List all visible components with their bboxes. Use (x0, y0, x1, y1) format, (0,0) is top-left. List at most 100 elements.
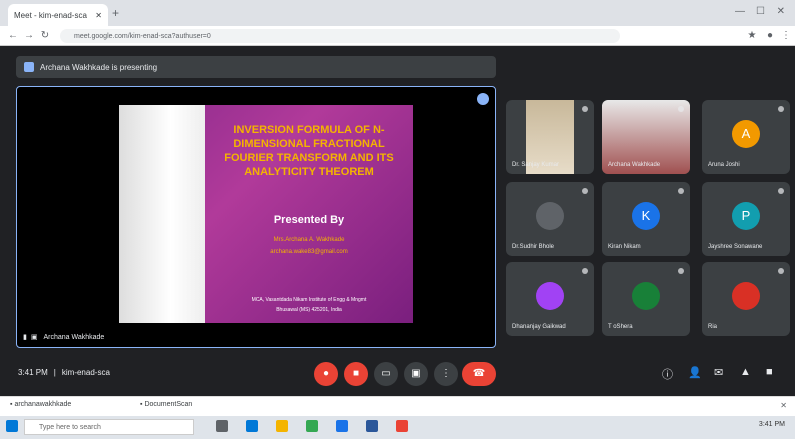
download-item-label: DocumentScan (144, 401, 193, 408)
window-close-icon[interactable]: ✕ (777, 6, 785, 17)
windows-start-icon[interactable] (6, 420, 18, 432)
mic-icon (678, 106, 684, 112)
lock-icon[interactable]: ■ (766, 366, 773, 378)
screen-icon: ▣ (30, 334, 38, 341)
participant-tile[interactable]: A Aruna Joshi (702, 100, 790, 174)
avatar (732, 282, 760, 310)
slide-affiliation: Bhusawal (MS) 425201, India (276, 307, 342, 313)
taskbar-search-placeholder: Type here to search (39, 424, 101, 431)
meeting-info: 3:41 PM | kim-enad-sca (18, 368, 110, 377)
profile-icon[interactable]: ● (763, 29, 777, 43)
participant-tile[interactable]: T oShera (602, 262, 690, 336)
participant-name: Dr. Sanjay Kumar (512, 162, 560, 168)
more-options-button[interactable]: ⋮ (434, 362, 458, 386)
avatar (536, 282, 564, 310)
url-text: meet.google.com/kim-enad-sca?authuser=0 (74, 32, 211, 40)
avatar: A (732, 120, 760, 148)
participant-tile[interactable]: K Kiran Nikam (602, 182, 690, 256)
mic-icon (778, 268, 784, 274)
slide-email: archana.wake83@gmail.com (270, 249, 348, 255)
file-icon: ▪ (10, 401, 13, 408)
participant-name: Dr.Sudhir Bhole (512, 244, 555, 250)
url-field[interactable]: meet.google.com/kim-enad-sca?authuser=0 (60, 29, 620, 43)
captions-icon: ▭ (381, 368, 391, 379)
store-icon[interactable] (336, 420, 348, 432)
browser-tab[interactable]: Meet - kim-enad-sca ✕ (8, 4, 108, 26)
captions-button[interactable]: ▭ (374, 362, 398, 386)
mic-icon (678, 188, 684, 194)
slide: INVERSION FORMULA OF N- DIMENSIONAL FRAC… (119, 105, 413, 323)
camera-off-icon: ■ (352, 368, 360, 379)
participant-name: Jayshree Sonawane (708, 244, 763, 250)
windows-taskbar: Type here to search 3:41 PM (0, 416, 795, 439)
avatar: P (732, 202, 760, 230)
participant-tile[interactable]: Dhananjay Gaikwad (506, 262, 594, 336)
presenting-banner: Archana Wakhkade is presenting (16, 56, 496, 78)
task-view-icon[interactable] (216, 420, 228, 432)
mic-icon (582, 106, 588, 112)
slide-title-line: DIMENSIONAL FRACTIONAL (233, 138, 385, 150)
close-download-bar-icon[interactable]: ✕ (780, 401, 787, 410)
close-icon[interactable]: ✕ (95, 11, 102, 20)
mic-toggle-button[interactable]: ● (314, 362, 338, 386)
slide-presented-by: Presented By (273, 214, 345, 226)
presenter-label-row: ▮ ▣ Archana Wakhkade (23, 333, 105, 342)
back-icon[interactable]: ← (6, 29, 20, 43)
mic-icon (678, 268, 684, 274)
people-icon[interactable]: 👤 (688, 366, 702, 379)
presenter-name: Archana Wakhkade (43, 333, 105, 341)
mic-icon: ▮ (23, 334, 27, 341)
participant-tile[interactable]: P Jayshree Sonawane (702, 182, 790, 256)
extensions-icon[interactable]: ★ (745, 29, 759, 43)
avatar: K (632, 202, 660, 230)
present-icon: ▣ (411, 368, 421, 379)
avatar (632, 282, 660, 310)
presentation-stage[interactable]: INVERSION FORMULA OF N- DIMENSIONAL FRAC… (16, 86, 496, 348)
avatar (536, 202, 564, 230)
download-bar: ▪ archanawakhkade ▪ DocumentScan ✕ (0, 396, 795, 416)
leave-call-button[interactable]: ☎ (462, 362, 496, 386)
new-tab-icon[interactable]: + (112, 6, 119, 20)
participant-name: Archana Wakhkade (608, 162, 661, 168)
mic-icon (582, 268, 588, 274)
chat-icon[interactable]: ✉ (714, 366, 723, 379)
word-icon[interactable] (366, 420, 378, 432)
taskbar-clock: 3:41 PM (758, 421, 785, 428)
forward-icon[interactable]: → (22, 29, 36, 43)
browser-tab-bar: Meet - kim-enad-sca ✕ + — ☐ ✕ (0, 0, 795, 26)
tab-title: Meet - kim-enad-sca (14, 10, 87, 20)
participant-tile[interactable]: Ria (702, 262, 790, 336)
menu-icon[interactable]: ⋮ (779, 29, 793, 43)
file-explorer-icon[interactable] (276, 420, 288, 432)
reload-icon[interactable]: ↻ (38, 29, 52, 43)
participant-name: Ria (708, 324, 718, 330)
present-button[interactable]: ▣ (404, 362, 428, 386)
mic-icon (582, 188, 588, 194)
download-item-label: archanawakhkade (14, 401, 72, 408)
participant-tile[interactable]: Dr. Sanjay Kumar (506, 100, 594, 174)
maximize-icon[interactable]: ☐ (756, 6, 765, 17)
minimize-icon[interactable]: — (735, 6, 745, 17)
info-icon[interactable]: ⓘ (662, 366, 673, 382)
meeting-controls: 3:41 PM | kim-enad-sca ● ■ ▭ ▣ ⋮ ☎ ⓘ 👤 ✉… (0, 352, 795, 394)
chrome-icon[interactable] (306, 420, 318, 432)
participant-tile[interactable]: Archana Wakhkade (602, 100, 690, 174)
pin-icon[interactable] (477, 93, 489, 105)
taskbar-search-field[interactable]: Type here to search (24, 419, 194, 435)
download-item[interactable]: ▪ archanawakhkade (10, 401, 71, 408)
participant-name: Dhananjay Gaikwad (512, 324, 566, 330)
edge-icon[interactable] (246, 420, 258, 432)
participant-name: Kiran Nikam (608, 244, 641, 250)
present-icon (24, 62, 34, 72)
app-icon[interactable] (396, 420, 408, 432)
activities-icon[interactable]: ▲ (740, 366, 751, 378)
mic-off-icon: ● (322, 368, 330, 379)
mic-icon (778, 106, 784, 112)
more-icon: ⋮ (441, 368, 451, 379)
slide-graphic (119, 105, 205, 323)
slide-title-line: ANALYTICITY THEOREM (244, 166, 374, 178)
download-item[interactable]: ▪ DocumentScan (140, 401, 192, 408)
participant-tile[interactable]: Dr.Sudhir Bhole (506, 182, 594, 256)
presenting-text: Archana Wakhkade is presenting (40, 62, 158, 72)
camera-toggle-button[interactable]: ■ (344, 362, 368, 386)
